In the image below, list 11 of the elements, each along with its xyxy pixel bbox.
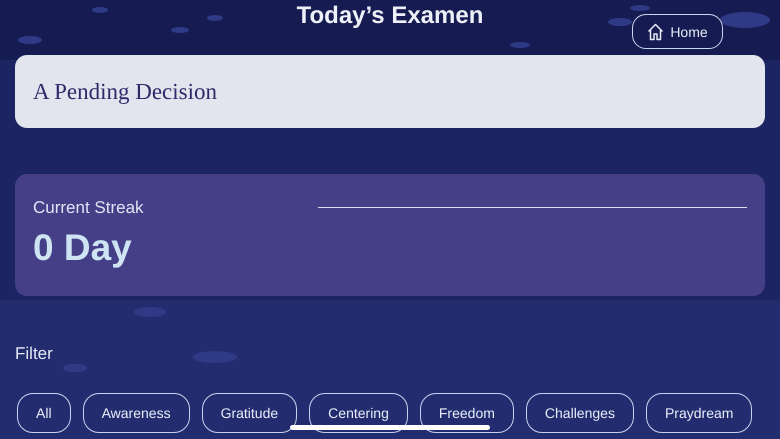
filter-label: Filter: [15, 344, 54, 364]
filter-chip[interactable]: All: [17, 393, 71, 433]
streak-label: Current Streak: [33, 198, 145, 218]
filter-chip[interactable]: Awareness: [82, 393, 190, 433]
house-icon: [647, 22, 664, 40]
streak-value: 0 Day: [33, 227, 133, 269]
page-title: Today’s Examen: [296, 2, 484, 31]
filter-chip[interactable]: Challenges: [526, 393, 634, 433]
prompt-text: A Pending Decision: [33, 78, 217, 104]
home-button[interactable]: Home: [632, 14, 723, 49]
filter-chip[interactable]: Praydream: [646, 393, 752, 433]
